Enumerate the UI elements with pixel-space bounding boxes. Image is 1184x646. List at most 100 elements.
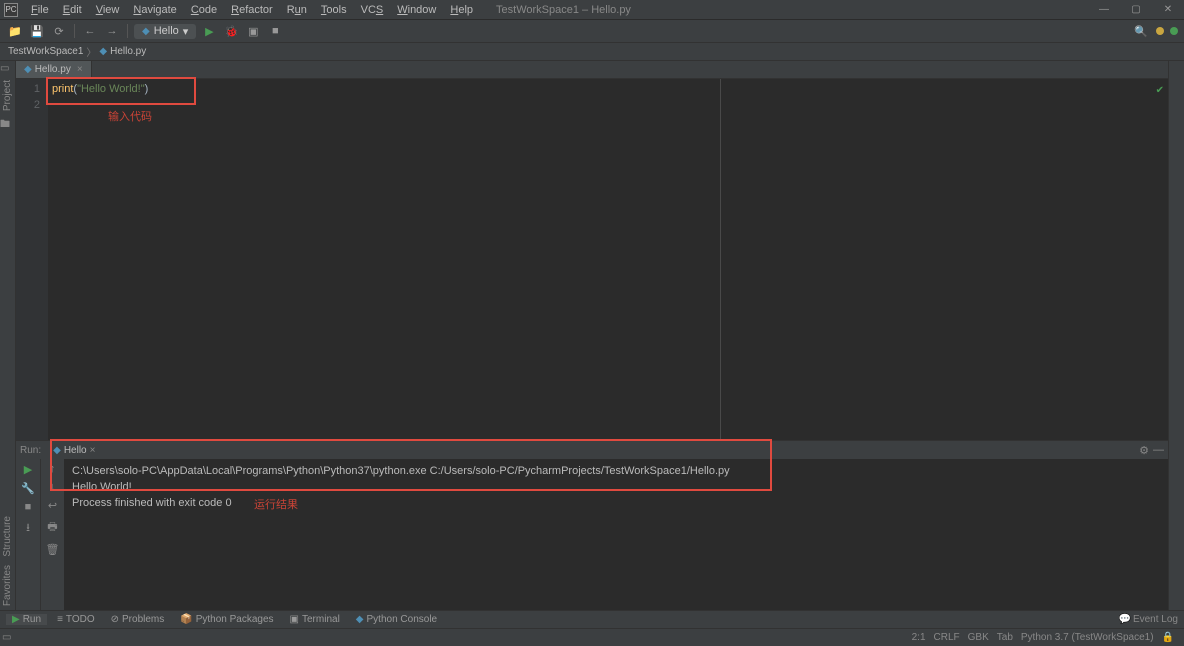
code-string: "Hello World!" bbox=[77, 83, 145, 95]
python-interpreter[interactable]: Python 3.7 (TestWorkSpace1) bbox=[1021, 632, 1154, 643]
run-tool-label: Run bbox=[23, 614, 41, 625]
menu-window[interactable]: Window bbox=[390, 2, 443, 18]
debug-button[interactable]: 🐞 bbox=[222, 22, 240, 40]
python-console-tool-button[interactable]: ◆ Python Console bbox=[350, 614, 443, 625]
run-panel-title: Run: bbox=[20, 445, 41, 456]
trash-icon[interactable]: 🗑 bbox=[46, 543, 60, 556]
left-tool-strip: ▭ Project 🖿 Structure Favorites bbox=[0, 61, 16, 610]
breadcrumb-file[interactable]: Hello.py bbox=[110, 46, 146, 57]
app-icon: PC bbox=[4, 3, 18, 17]
line-separator[interactable]: CRLF bbox=[934, 632, 960, 643]
right-tool-strip bbox=[1168, 61, 1184, 610]
problems-tool-button[interactable]: ⊘ Problems bbox=[105, 614, 171, 625]
chevron-down-icon: ▾ bbox=[183, 25, 189, 38]
window-title: TestWorkSpace1 – Hello.py bbox=[496, 4, 631, 16]
run-tool-window: Run: ◆ Hello × ⚙ — ▶ 🔧 ■ ⭳ bbox=[16, 440, 1168, 610]
menu-run[interactable]: Run bbox=[280, 2, 314, 18]
run-tab[interactable]: ◆ Hello × bbox=[47, 444, 101, 457]
event-log-button[interactable]: Event Log bbox=[1133, 614, 1178, 625]
play-icon: ▶ bbox=[12, 614, 20, 625]
output-command: C:\Users\solo-PC\AppData\Local\Programs\… bbox=[72, 463, 1160, 479]
menu-code[interactable]: Code bbox=[184, 2, 224, 18]
code-area[interactable]: print("Hello World!") 输入代码 ✔ bbox=[48, 79, 1168, 440]
ide-status-icon[interactable] bbox=[1170, 27, 1178, 35]
menu-tools[interactable]: Tools bbox=[314, 2, 354, 18]
caret-position[interactable]: 2:1 bbox=[912, 632, 926, 643]
toolbar: 📁 💾 ⟳ ← → ◆ Hello ▾ ▶ 🐞 ▣ ■ 🔍 bbox=[0, 20, 1184, 43]
bottom-tool-bar: ▶ Run ≡ TODO ⊘ Problems 📦 Python Package… bbox=[0, 610, 1184, 628]
inspection-ok-icon[interactable]: ✔ bbox=[1156, 83, 1164, 99]
project-tool-icon[interactable]: ▭ bbox=[0, 63, 15, 74]
status-bar: ▭ 2:1 CRLF GBK Tab Python 3.7 (TestWorkS… bbox=[0, 628, 1184, 646]
run-config-name: Hello bbox=[154, 25, 179, 37]
python-packages-tool-button[interactable]: 📦 Python Packages bbox=[174, 614, 279, 625]
todo-icon: ≡ bbox=[57, 614, 63, 625]
run-output[interactable]: C:\Users\solo-PC\AppData\Local\Programs\… bbox=[64, 459, 1168, 610]
favorites-tool-button[interactable]: Favorites bbox=[0, 561, 15, 610]
terminal-label: Terminal bbox=[302, 614, 340, 625]
event-log-icon[interactable]: 💬 bbox=[1119, 614, 1131, 625]
close-tab-icon[interactable]: × bbox=[90, 445, 96, 456]
chevron-right-icon: 〉 bbox=[86, 44, 96, 59]
run-side-toolbar-2: ↑ ↓ ↩ 🖶 🗑 bbox=[40, 459, 64, 610]
wrench-icon[interactable]: 🔧 bbox=[21, 482, 35, 495]
soft-wrap-icon[interactable]: ↩ bbox=[48, 499, 57, 512]
line-number: 2 bbox=[16, 97, 40, 113]
annotation-label: 运行结果 bbox=[254, 497, 298, 513]
status-corner-icon[interactable]: ▭ bbox=[2, 632, 16, 643]
menu-edit[interactable]: Edit bbox=[56, 2, 89, 18]
project-tool-button[interactable]: Project bbox=[0, 76, 15, 115]
menu-refactor[interactable]: Refactor bbox=[224, 2, 280, 18]
menu-navigate[interactable]: Navigate bbox=[126, 2, 183, 18]
title-bar: PC File Edit View Navigate Code Refactor… bbox=[0, 0, 1184, 20]
terminal-tool-button[interactable]: ▣ Terminal bbox=[284, 614, 346, 625]
run-config-selector[interactable]: ◆ Hello ▾ bbox=[134, 24, 196, 39]
terminal-icon: ▣ bbox=[290, 614, 299, 625]
code-paren: ) bbox=[145, 83, 149, 95]
line-number: 1 bbox=[16, 81, 40, 97]
folder-icon[interactable]: 🖿 bbox=[0, 117, 15, 134]
minimize-button[interactable]: — bbox=[1092, 3, 1116, 17]
print-icon[interactable]: 🖶 bbox=[47, 518, 57, 537]
menu-view[interactable]: View bbox=[89, 2, 127, 18]
back-icon[interactable]: ← bbox=[81, 22, 99, 40]
console-label: Python Console bbox=[367, 614, 438, 625]
open-icon[interactable]: 📁 bbox=[6, 22, 24, 40]
hide-panel-icon[interactable]: — bbox=[1153, 444, 1164, 457]
run-tool-button[interactable]: ▶ Run bbox=[6, 614, 47, 625]
gear-icon[interactable]: ⚙ bbox=[1139, 444, 1149, 457]
rerun-button[interactable]: ▶ bbox=[24, 463, 32, 476]
close-button[interactable]: ✕ bbox=[1156, 3, 1180, 17]
menu-vcs[interactable]: VCS bbox=[354, 2, 391, 18]
lock-icon[interactable]: 🔒 bbox=[1162, 632, 1174, 643]
run-button[interactable]: ▶ bbox=[200, 22, 218, 40]
editor-tab[interactable]: ◆ Hello.py × bbox=[16, 61, 92, 78]
forward-icon[interactable]: → bbox=[103, 22, 121, 40]
exit-button[interactable]: ⭳ bbox=[26, 519, 30, 538]
editor[interactable]: 1 2 print("Hello World!") 输入代码 ✔ bbox=[16, 79, 1168, 440]
package-icon: 📦 bbox=[180, 614, 192, 625]
stop-icon[interactable]: ■ bbox=[266, 22, 284, 40]
coverage-icon[interactable]: ▣ bbox=[244, 22, 262, 40]
menu-help[interactable]: Help bbox=[443, 2, 480, 18]
close-tab-icon[interactable]: × bbox=[77, 64, 83, 75]
stop-button[interactable]: ■ bbox=[25, 501, 32, 513]
up-arrow-icon[interactable]: ↑ bbox=[50, 463, 56, 475]
down-arrow-icon[interactable]: ↓ bbox=[50, 481, 56, 493]
breadcrumb: TestWorkSpace1 〉 ◆ Hello.py bbox=[0, 43, 1184, 61]
editor-tab-label: Hello.py bbox=[35, 64, 71, 75]
todo-tool-button[interactable]: ≡ TODO bbox=[51, 614, 101, 625]
file-encoding[interactable]: GBK bbox=[968, 632, 989, 643]
menu-file[interactable]: File bbox=[24, 2, 56, 18]
structure-tool-button[interactable]: Structure bbox=[0, 512, 15, 561]
ide-update-icon[interactable] bbox=[1156, 27, 1164, 35]
run-side-toolbar: ▶ 🔧 ■ ⭳ bbox=[16, 459, 40, 610]
maximize-button[interactable]: ▢ bbox=[1124, 3, 1148, 17]
save-icon[interactable]: 💾 bbox=[28, 22, 46, 40]
todo-label: TODO bbox=[66, 614, 95, 625]
refresh-icon[interactable]: ⟳ bbox=[50, 22, 68, 40]
search-icon[interactable]: 🔍 bbox=[1132, 22, 1150, 40]
breadcrumb-project[interactable]: TestWorkSpace1 bbox=[8, 46, 83, 57]
python-file-icon: ◆ bbox=[99, 46, 107, 57]
indent-mode[interactable]: Tab bbox=[997, 632, 1013, 643]
